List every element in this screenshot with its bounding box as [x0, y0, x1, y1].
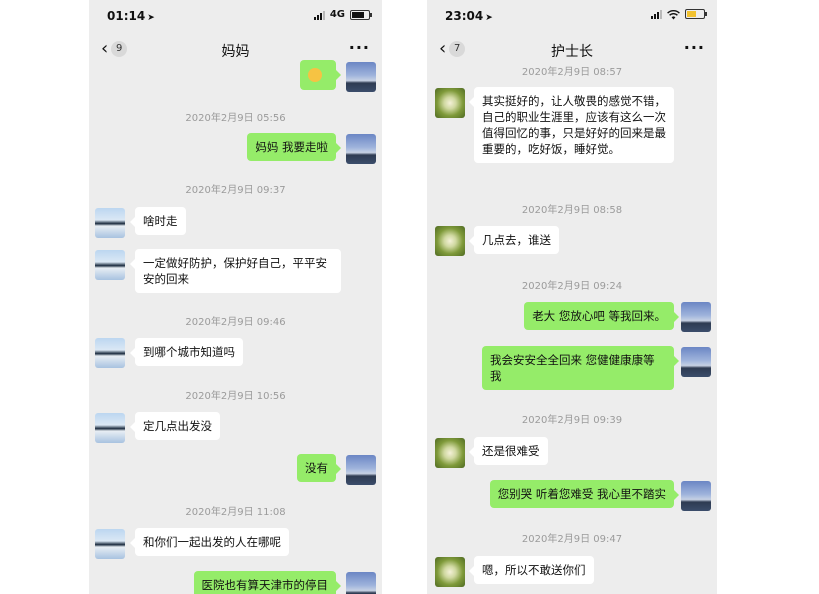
message-bubble-outgoing[interactable]: 医院也有算天津市的停目: [193, 571, 341, 594]
timestamp: 2020年2月9日 08:57: [521, 67, 623, 78]
more-dots-icon[interactable]: ···: [684, 38, 705, 57]
message-bubble-outgoing[interactable]: 您别哭 听着您难受 我心里不踏实: [489, 480, 680, 508]
my-avatar[interactable]: [346, 62, 376, 92]
message-bubble-incoming[interactable]: 嗯，所以不敢送你们: [469, 556, 594, 584]
chat-screen-head-nurse: 23:04 ➤ ‹ 7 护士长 ··· 2020年2月9日 08:57 其实挺好的…: [427, 0, 717, 594]
timestamp: 2020年2月9日 09:47: [521, 534, 623, 545]
nav-bar: ‹ 7 护士长 ···: [427, 32, 717, 66]
contact-avatar[interactable]: [95, 208, 125, 238]
contact-avatar[interactable]: [435, 88, 465, 118]
status-bar: 01:14 ➤ 4G: [89, 0, 382, 32]
signal-icon: [651, 9, 662, 19]
location-arrow-icon: ➤: [147, 13, 155, 23]
message-bubble-incoming[interactable]: 一定做好防护，保护好自己，平平安安的回来: [130, 249, 341, 293]
timestamp: 2020年2月9日 09:24: [521, 281, 623, 292]
contact-avatar[interactable]: [435, 438, 465, 468]
message-bubble-outgoing[interactable]: 老大 您放心吧 等我回来。: [524, 302, 679, 330]
message-bubble-incoming[interactable]: 定几点出发没: [130, 412, 220, 440]
message-bubble-incoming[interactable]: 到哪个城市知道吗: [130, 338, 243, 366]
laughing-emoji-icon: [308, 67, 322, 82]
message-bubble-outgoing[interactable]: 我会安安全全回来 您健健康康等我: [482, 346, 679, 390]
my-avatar[interactable]: [346, 572, 376, 594]
timestamp: 2020年2月9日 08:58: [521, 205, 623, 216]
message-list[interactable]: 2020年2月9日 08:57 其实挺好的，让人敬畏的感觉不错，自己的职业生涯里…: [427, 66, 717, 594]
timestamp: 2020年2月9日 09:46: [185, 317, 286, 328]
message-bubble-incoming[interactable]: 其实挺好的，让人敬畏的感觉不错，自己的职业生涯里，应该有这么一次值得回忆的事，只…: [469, 87, 674, 163]
timestamp: 2020年2月9日 05:56: [185, 113, 286, 124]
signal-icon: [313, 10, 325, 20]
network-type: 4G: [329, 9, 345, 20]
timestamp: 2020年2月9日 09:39: [521, 415, 623, 426]
location-arrow-icon: ➤: [485, 13, 493, 23]
message-bubble-incoming[interactable]: 还是很难受: [469, 437, 548, 465]
my-avatar[interactable]: [346, 455, 376, 485]
battery-icon: [685, 9, 707, 19]
message-list[interactable]: 😂 2020年2月9日 05:56 妈妈 我要走啦 2020年2月9日 09:3…: [89, 60, 382, 594]
contact-avatar[interactable]: [95, 250, 125, 280]
my-avatar[interactable]: [681, 481, 711, 511]
timestamp: 2020年2月9日 10:56: [185, 391, 286, 402]
contact-avatar[interactable]: [95, 413, 125, 443]
contact-avatar[interactable]: [95, 338, 125, 368]
chat-title: 护士长: [551, 44, 593, 60]
my-avatar[interactable]: [346, 134, 376, 164]
status-time: 01:14 ➤: [107, 9, 155, 23]
timestamp: 2020年2月9日 09:37: [185, 185, 286, 196]
message-bubble-incoming[interactable]: 啥时走: [130, 207, 186, 235]
my-avatar[interactable]: [681, 347, 711, 377]
nav-bar: ‹ 9 妈妈 ···: [89, 32, 382, 66]
message-bubble-incoming[interactable]: 和你们一起出发的人在哪呢: [130, 528, 289, 556]
battery-icon: [350, 9, 372, 20]
contact-avatar[interactable]: [435, 557, 465, 587]
message-bubble-outgoing[interactable]: 😂: [300, 60, 341, 90]
message-bubble-incoming[interactable]: 几点去，谁送: [469, 226, 559, 254]
chat-screen-mom: 01:14➤ 4G ‹ 9 妈妈 ··· 😂 2020年2月9日 05:56 妈…: [89, 0, 382, 594]
wifi-icon: [667, 9, 680, 20]
contact-avatar[interactable]: [95, 529, 125, 559]
message-bubble-outgoing[interactable]: 妈妈 我要走啦: [247, 133, 341, 161]
my-avatar[interactable]: [681, 302, 711, 332]
chat-title: 妈妈: [221, 44, 250, 60]
contact-avatar[interactable]: [435, 226, 465, 256]
status-bar: 23:04 ➤: [427, 0, 717, 32]
message-bubble-outgoing[interactable]: 没有: [297, 454, 341, 482]
more-dots-icon[interactable]: ···: [349, 38, 370, 57]
timestamp: 2020年2月9日 11:08: [185, 507, 286, 518]
status-time: 23:04 ➤: [445, 9, 493, 23]
